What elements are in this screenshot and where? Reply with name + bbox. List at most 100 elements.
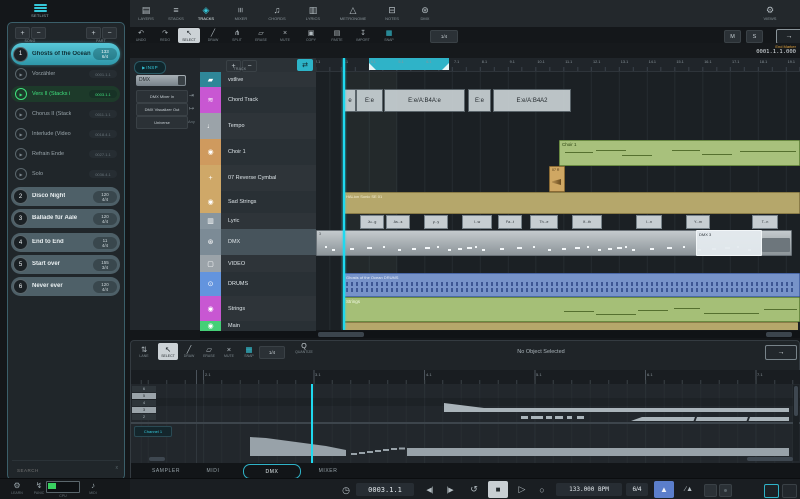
channel-label[interactable]: Channel 1 (134, 426, 172, 437)
chord-event[interactable]: e (344, 89, 356, 112)
lyric-event[interactable]: Ju...g (360, 215, 384, 229)
lane-number-4[interactable]: 4 (132, 400, 156, 406)
editor-tool-snap[interactable]: ▦SNAP (239, 343, 259, 360)
lyric-event[interactable]: Fa...t (498, 215, 522, 229)
setlist-song-6[interactable]: 6Never ever1204/4 (11, 277, 120, 296)
signature-display[interactable]: 6/4 (626, 483, 648, 496)
inspector-row[interactable]: DMX Mixer In (136, 90, 188, 103)
search-input[interactable] (15, 464, 107, 476)
editor-tool-erase[interactable]: ▱ERASE (199, 343, 219, 360)
rewind-button[interactable]: ◀| (422, 483, 438, 496)
lane-number-5[interactable]: 5 (132, 393, 156, 399)
clip-main-partial[interactable] (343, 322, 798, 330)
precount-button[interactable]: ∕▲ (680, 483, 698, 496)
end-marker-value[interactable]: 0001.1.1.000 (706, 49, 796, 55)
edit-tool-import[interactable]: ↧IMPORT (352, 28, 374, 43)
bottom-tab-midi[interactable]: MIDI (193, 464, 233, 477)
time-display[interactable]: 0003.1.1 (356, 483, 414, 496)
part-play-icon[interactable]: ▶ (15, 128, 27, 140)
track-row-video[interactable]: ▢VIDEO (200, 255, 316, 273)
chord-event[interactable]: E:e (468, 89, 491, 112)
window-toggle-active[interactable] (764, 484, 779, 498)
setlist-song-4[interactable]: 4End to End114/4 (11, 233, 120, 252)
edit-tool-copy[interactable]: ▣COPY (300, 28, 322, 43)
editor-tool-draw[interactable]: ╱DRAW (179, 343, 199, 360)
timeline-ruler[interactable]: 2.13.14.15.16.17.18.19.110.111.112.113.1… (316, 58, 800, 72)
setlist-part[interactable]: ▶Chorus II (Stack0011.1.1 (11, 106, 120, 122)
edit-tool-redo[interactable]: ↷REDO (154, 28, 176, 43)
editor-tool-mute[interactable]: ×MUTE (219, 343, 239, 360)
track-row-lyric[interactable]: ▥Lyric (200, 213, 316, 230)
open-arrow-button[interactable]: → (776, 29, 800, 44)
arrangement-area[interactable]: 2.13.14.15.16.17.18.19.110.111.112.113.1… (316, 58, 800, 330)
playhead[interactable] (343, 58, 345, 330)
part-play-icon[interactable]: ▶ (15, 148, 27, 160)
editor-tool-lane[interactable]: ⇅LANE (134, 343, 154, 360)
track-row-chord-track[interactable]: ≋Chord Track (200, 87, 316, 114)
bottom-tab-sampler[interactable]: SAMPLER (141, 464, 191, 477)
part-play-icon[interactable]: ▶ (15, 88, 27, 100)
play-button[interactable]: ▷ (514, 483, 530, 496)
out-icon[interactable]: ↦ (189, 105, 194, 112)
edit-tool-undo[interactable]: ↶UNDO (130, 28, 152, 43)
lane-number-3[interactable]: 3 (132, 407, 156, 413)
editor-open-button[interactable]: → (765, 345, 797, 360)
setlist-song-3[interactable]: 3Ballade für Aale1204/4 (11, 209, 120, 228)
inspector-name-menu[interactable] (178, 76, 185, 85)
lyric-event[interactable]: If...th (572, 215, 602, 229)
status-midi[interactable]: ♪MIDI (84, 481, 102, 495)
mute-button[interactable]: M (724, 30, 741, 43)
track-row-07-reverse-cymbal[interactable]: +07 Reverse Cymbal (200, 165, 316, 192)
lane-number-6[interactable]: 6 (132, 386, 156, 392)
lyric-event[interactable]: As...s (386, 215, 410, 229)
lyric-event[interactable]: I...w (462, 215, 492, 229)
editor-hscroll-thumb[interactable] (747, 457, 793, 461)
editor-ruler[interactable]: 2.13.14.15.16.17.1 (131, 370, 800, 385)
cycle-region[interactable] (369, 58, 449, 70)
bottom-tab-mixer[interactable]: MIXER (303, 464, 353, 477)
cycle-right-handle[interactable] (442, 63, 449, 70)
editor-hscroll-left[interactable] (149, 457, 165, 461)
track-row-drums[interactable]: ⊙DRUMS (200, 272, 316, 297)
setlist-part[interactable]: ▶Refrain Ende0027.1.1 (11, 146, 120, 162)
hscroll-thumb[interactable] (318, 332, 364, 337)
clip-dmx-selected[interactable]: DMX 3 (696, 230, 762, 256)
transport-extra-button-2[interactable] (719, 484, 732, 497)
chord-event[interactable]: E:e/A:B4A2 (493, 89, 571, 112)
clip-cymbal[interactable]: 07 R (549, 166, 565, 192)
arrangement-hscrollbar[interactable] (200, 331, 800, 338)
setlist-part[interactable]: ▶Interlude (Video0018.4.1 (11, 126, 120, 142)
setlist-song-1[interactable]: 1Ghosts of the Ocean1336/4 (11, 43, 120, 65)
inspector-row[interactable]: DMX Visualizer Out (136, 103, 188, 116)
cycle-left-handle[interactable] (369, 63, 376, 70)
edit-tool-mute[interactable]: ×MUTE (274, 28, 296, 43)
track-row-vstlive[interactable]: ▰vstlive (200, 72, 316, 88)
track-row-sad-strings[interactable]: ◉Sad Strings (200, 191, 316, 214)
inspector-toggle[interactable]: ▶ INSP (134, 61, 166, 74)
editor-snap-value-button[interactable]: 1/4 (259, 346, 285, 359)
lyric-event[interactable]: T...n (752, 215, 778, 229)
lyric-event[interactable]: Y...m (686, 215, 710, 229)
snap-value-button[interactable]: 1/4 (430, 30, 458, 43)
setlist-part[interactable]: ▶Vers II (Stacks i0003.1.1 (11, 86, 120, 102)
lyric-event[interactable]: y...y (424, 215, 448, 229)
edit-tool-draw[interactable]: ╱DRAW (202, 28, 224, 43)
part-play-icon[interactable]: ▶ (15, 68, 27, 80)
chord-event[interactable]: E:e (356, 89, 383, 112)
track-row-strings[interactable]: ◉Strings (200, 296, 316, 322)
part-play-icon[interactable]: ▶ (15, 168, 27, 180)
edit-tool-erase[interactable]: ▱ERASE (250, 28, 272, 43)
status-cpu[interactable]: CPU (46, 481, 80, 498)
autoscroll-button[interactable]: ⇄ (297, 59, 313, 71)
inspector-row[interactable]: Universe (136, 116, 188, 129)
editor-tool-select[interactable]: ↖SELECT (158, 343, 178, 360)
chord-event[interactable]: E:e/A:B4A:e (384, 89, 465, 112)
edit-tool-split[interactable]: ⋔SPLIT (226, 28, 248, 43)
bottom-tab-dmx[interactable]: DMX (243, 464, 301, 479)
hscroll-right-piece[interactable] (766, 332, 792, 337)
track-row-choir-1[interactable]: ◉Choir 1 (200, 139, 316, 166)
setlist-song-5[interactable]: 5Start over1553/4 (11, 255, 120, 274)
tempo-display[interactable]: 133.000 BPM (556, 483, 622, 496)
edit-tool-snap[interactable]: ▦SNAP (378, 28, 400, 43)
lyric-event[interactable]: I...n (636, 215, 662, 229)
